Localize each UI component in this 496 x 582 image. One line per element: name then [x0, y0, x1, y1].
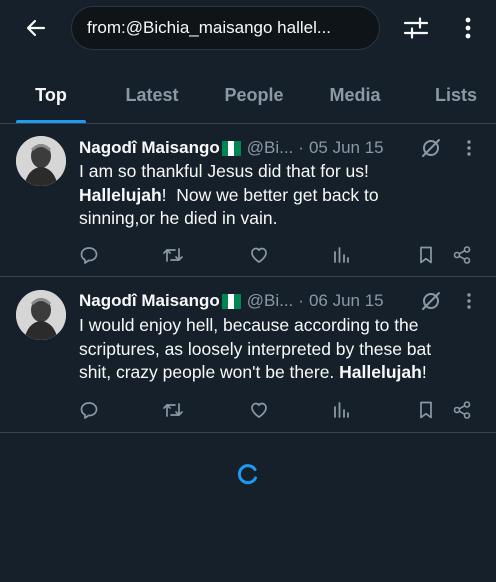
- loading-spinner-icon: [237, 464, 257, 485]
- tweet-text: I would enjoy hell, because according to…: [79, 314, 483, 385]
- reply-icon: [80, 247, 98, 264]
- author-handle[interactable]: @Bi...: [247, 291, 294, 311]
- tweet-actions: [0, 242, 496, 268]
- nigeria-flag-icon: [221, 293, 241, 309]
- tweet-more-button[interactable]: [461, 288, 477, 314]
- heart-icon: [251, 247, 267, 263]
- vertical-ellipsis-icon: [467, 293, 471, 309]
- tweet-date[interactable]: 06 Jun 15: [309, 291, 384, 311]
- tweet[interactable]: Nagodî Maisango @Bi... · 06 Jun 15 I wou…: [0, 278, 496, 433]
- like-button[interactable]: [246, 397, 272, 423]
- tab-lists[interactable]: Lists: [424, 72, 488, 118]
- bar-chart-icon: [334, 402, 349, 418]
- share-button[interactable]: [449, 397, 475, 423]
- author-name[interactable]: Nagodî Maisango: [79, 291, 220, 311]
- tweet-text-line: shit, crazy people won't be there. Halle…: [79, 362, 427, 382]
- bookmark-button[interactable]: [413, 397, 439, 423]
- tweet-header: Nagodî Maisango @Bi... · 05 Jun 15: [79, 136, 384, 160]
- share-icon: [453, 246, 471, 264]
- author-name[interactable]: Nagodî Maisango: [79, 138, 220, 158]
- tab-top[interactable]: Top: [16, 72, 86, 118]
- bookmark-icon: [420, 401, 432, 419]
- separator-dot: ·: [298, 291, 304, 310]
- tweet-text-line: sinning,or he died in vain.: [79, 208, 278, 228]
- highlighted-keyword: Hallelujah: [79, 184, 162, 205]
- reply-button[interactable]: [76, 397, 102, 423]
- grok-button[interactable]: [418, 288, 444, 314]
- heart-icon: [251, 402, 267, 418]
- retweet-icon: [163, 248, 183, 262]
- tab-people[interactable]: People: [212, 72, 296, 118]
- tweet-text-line: I would enjoy hell, because according to…: [79, 315, 419, 335]
- retweet-button[interactable]: [160, 242, 186, 268]
- tweet-text-line: I am so thankful Jesus did that for us!: [79, 161, 369, 181]
- tweet-actions: [0, 397, 496, 423]
- like-button[interactable]: [246, 242, 272, 268]
- author-handle[interactable]: @Bi...: [247, 138, 294, 158]
- retweet-icon: [163, 403, 183, 417]
- top-bar: from:@Bichia_maisango hallel...: [0, 0, 496, 58]
- reply-button[interactable]: [76, 242, 102, 268]
- bookmark-button[interactable]: [413, 242, 439, 268]
- tweet-text-line: Hallelujah! Now we better get back to: [79, 184, 379, 205]
- tab-media[interactable]: Media: [318, 72, 392, 118]
- reply-icon: [80, 402, 98, 419]
- tweet-date[interactable]: 05 Jun 15: [309, 138, 384, 158]
- grok-icon: [422, 292, 440, 310]
- share-button[interactable]: [449, 242, 475, 268]
- views-button[interactable]: [328, 397, 354, 423]
- arrow-left-icon: [26, 19, 46, 37]
- nigeria-flag-icon: [221, 140, 241, 156]
- vertical-ellipsis-icon: [465, 17, 471, 39]
- tab-latest[interactable]: Latest: [112, 72, 192, 118]
- vertical-ellipsis-icon: [467, 140, 471, 156]
- highlighted-keyword: Hallelujah: [339, 362, 422, 382]
- share-icon: [453, 401, 471, 419]
- bookmark-icon: [420, 246, 432, 264]
- search-filters-button[interactable]: [400, 12, 432, 44]
- separator-dot: ·: [298, 138, 304, 157]
- search-query-text: from:@Bichia_maisango hallel...: [87, 18, 332, 37]
- sliders-icon: [403, 17, 429, 39]
- back-button[interactable]: [20, 12, 52, 44]
- grok-icon: [422, 139, 440, 157]
- tweet[interactable]: Nagodî Maisango @Bi... · 05 Jun 15 I am …: [0, 124, 496, 277]
- tweet-more-button[interactable]: [461, 135, 477, 161]
- grok-button[interactable]: [418, 135, 444, 161]
- search-tabs: Top Latest People Media Lists: [0, 72, 496, 124]
- tweet-header: Nagodî Maisango @Bi... · 06 Jun 15: [79, 289, 384, 313]
- search-input[interactable]: from:@Bichia_maisango hallel...: [71, 6, 380, 50]
- tweet-text-line: scriptures, as loosely interpreted by th…: [79, 338, 432, 359]
- views-button[interactable]: [328, 242, 354, 268]
- more-options-button[interactable]: [454, 12, 482, 44]
- bar-chart-icon: [334, 247, 349, 263]
- tweet-text: I am so thankful Jesus did that for us! …: [79, 160, 483, 231]
- retweet-button[interactable]: [160, 397, 186, 423]
